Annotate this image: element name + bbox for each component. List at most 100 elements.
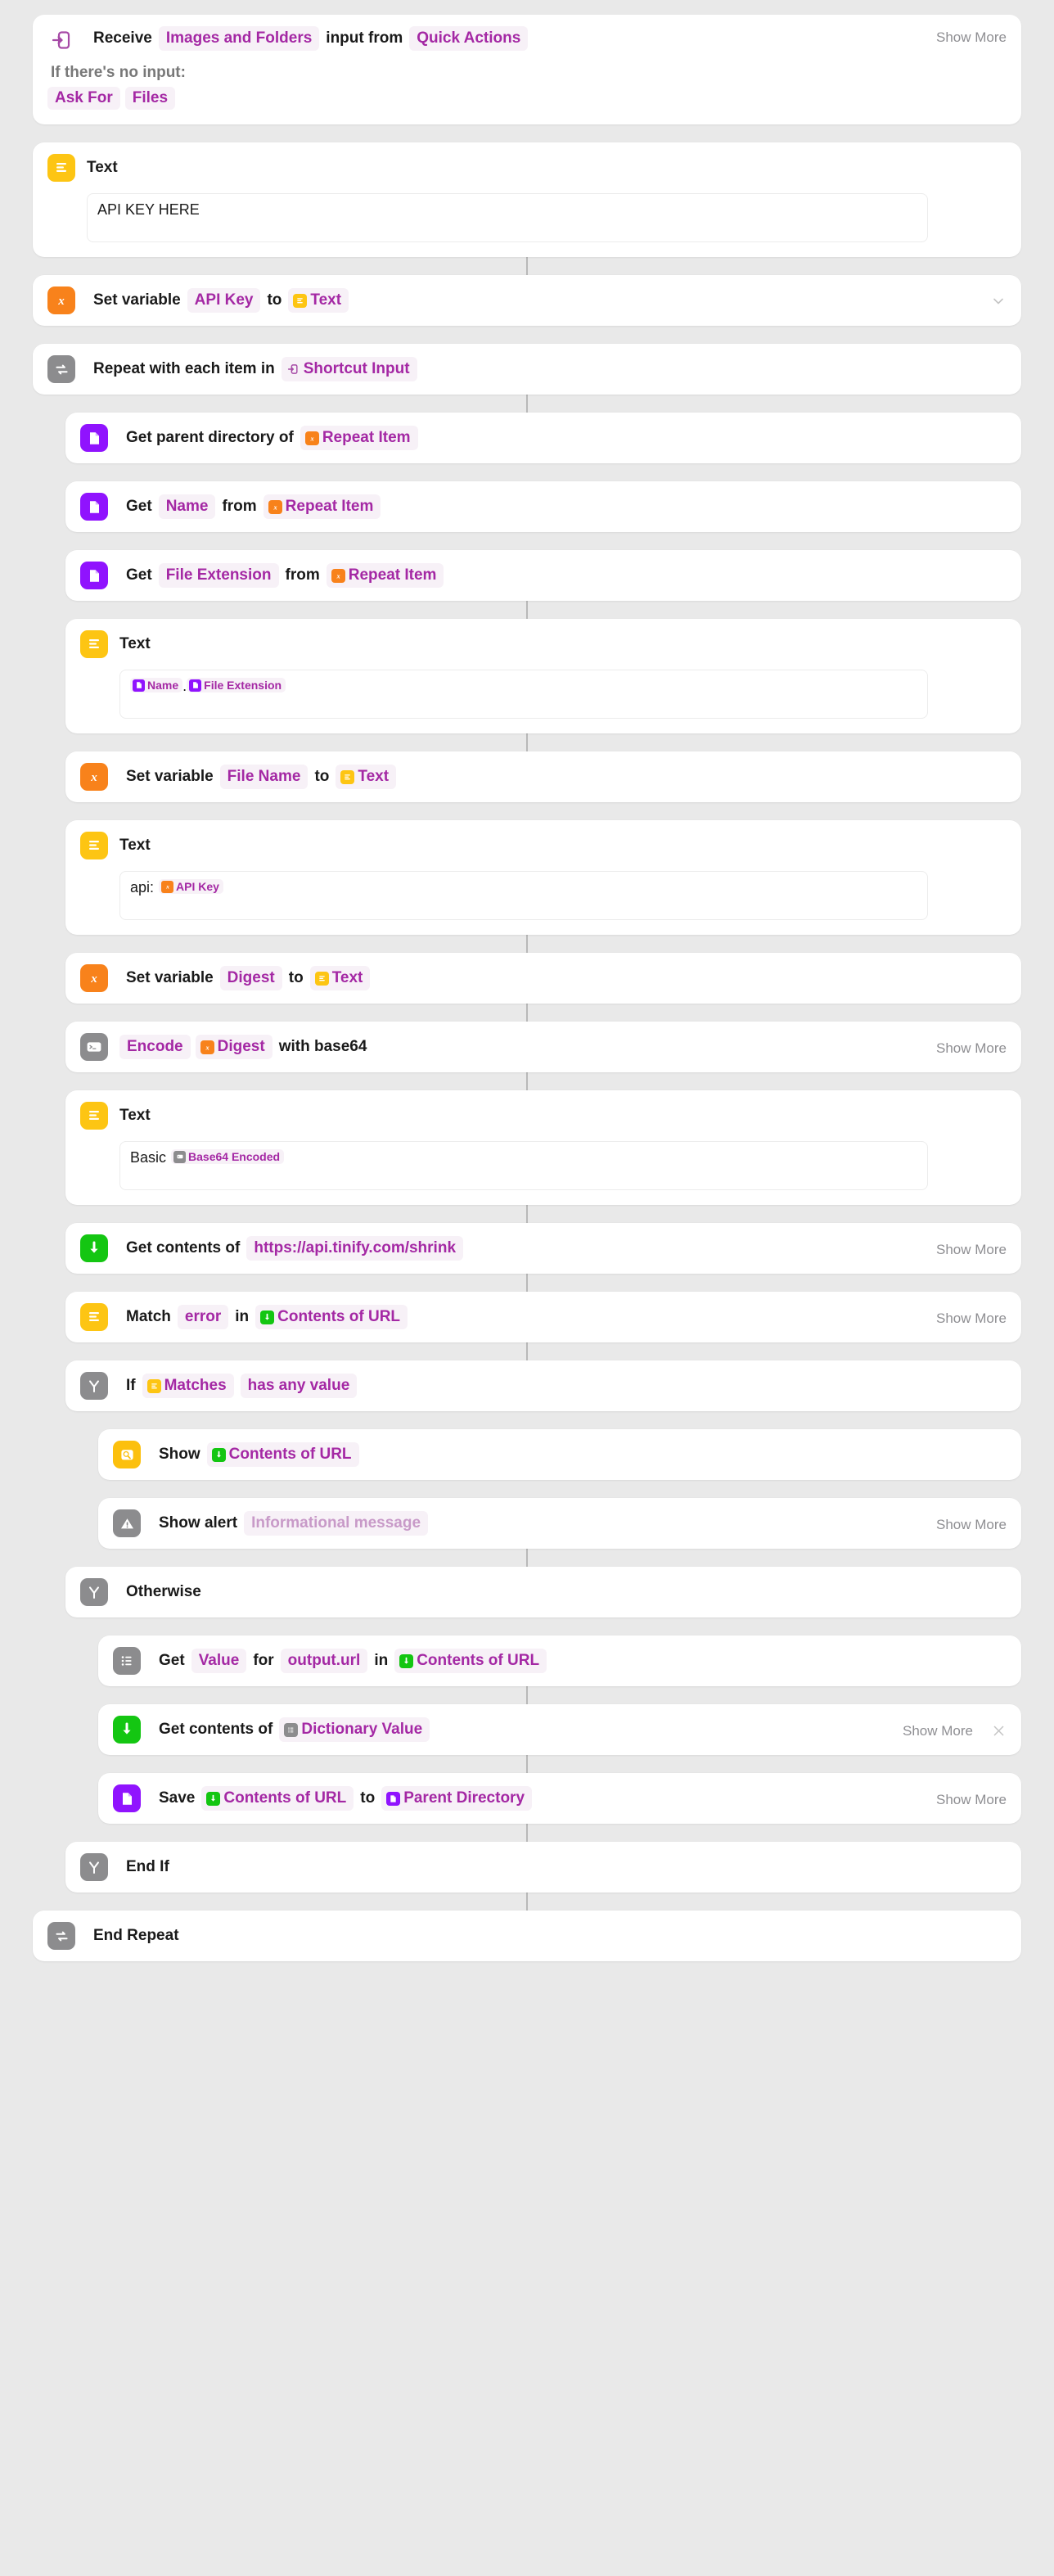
action-get-file-extension[interactable]: Get File Extension from x Repeat Item bbox=[65, 550, 1021, 601]
condition-selector[interactable]: has any value bbox=[240, 1374, 358, 1398]
action-text-basic-auth[interactable]: Text Basic Base64 Encoded bbox=[65, 1090, 1021, 1205]
get-verb: Get bbox=[126, 566, 152, 584]
show-more-button[interactable]: Show More bbox=[936, 1238, 1007, 1258]
action-get-parent-directory[interactable]: Get parent directory of x Repeat Item bbox=[65, 413, 1021, 463]
token-text[interactable]: Text bbox=[309, 966, 371, 990]
token-parent-directory[interactable]: Parent Directory bbox=[381, 1786, 533, 1811]
token-dictionary-value[interactable]: Dictionary Value bbox=[279, 1717, 430, 1742]
token-text[interactable]: Text bbox=[336, 765, 397, 789]
shortcut-trigger-card[interactable]: Receive Images and Folders input from Qu… bbox=[33, 15, 1021, 124]
show-more-button[interactable]: Show More bbox=[936, 1514, 1007, 1533]
value-type-selector[interactable]: Value bbox=[191, 1649, 247, 1673]
file-icon bbox=[386, 1791, 401, 1806]
close-icon[interactable] bbox=[991, 1721, 1007, 1739]
show-more-button[interactable]: Show More bbox=[936, 1789, 1007, 1808]
set-variable-verb: Set variable bbox=[126, 768, 214, 786]
variable-icon: x bbox=[200, 1040, 214, 1054]
flow-connector bbox=[526, 935, 528, 953]
flow-connector bbox=[526, 1205, 528, 1223]
action-end-repeat[interactable]: End Repeat bbox=[33, 1911, 1021, 1961]
token-text[interactable]: Text bbox=[288, 288, 349, 313]
trigger-verb: Receive bbox=[93, 29, 152, 47]
action-text-api-key[interactable]: Text API KEY HERE bbox=[33, 142, 1021, 257]
action-set-variable-api-key[interactable]: x Set variable API Key to Text bbox=[33, 275, 1021, 326]
download-icon bbox=[206, 1791, 221, 1806]
token-repeat-item[interactable]: x Repeat Item bbox=[300, 426, 418, 450]
no-input-label: If there's no input: bbox=[51, 64, 186, 81]
action-set-variable-file-name[interactable]: x Set variable File Name to Text bbox=[65, 751, 1021, 802]
token-digest[interactable]: x Digest bbox=[195, 1035, 273, 1059]
chevron-down-icon[interactable] bbox=[990, 291, 1007, 309]
repeat-icon bbox=[47, 355, 75, 383]
show-more-button[interactable]: Show More bbox=[936, 26, 1007, 46]
action-save-file[interactable]: Save Contents of URL to Parent Directory bbox=[98, 1773, 1021, 1824]
action-match-text[interactable]: Match error in Contents of URL Show More bbox=[65, 1292, 1021, 1342]
svg-text:x: x bbox=[90, 771, 97, 784]
token-api-key[interactable]: x API Key bbox=[159, 879, 223, 894]
dictionary-key-field[interactable]: output.url bbox=[280, 1649, 368, 1673]
variable-name-field[interactable]: Digest bbox=[219, 966, 282, 990]
action-text-file-name[interactable]: Text Name . File Extension bbox=[65, 619, 1021, 733]
action-get-contents-of-url[interactable]: Get contents of https://api.tinify.com/s… bbox=[65, 1223, 1021, 1274]
text-input-field[interactable]: api: x API Key bbox=[119, 871, 928, 920]
property-selector[interactable]: Name bbox=[158, 494, 216, 519]
otherwise-keyword: Otherwise bbox=[126, 1583, 201, 1601]
trigger-input-types[interactable]: Images and Folders bbox=[158, 26, 320, 51]
action-get-name[interactable]: Get Name from x Repeat Item bbox=[65, 481, 1021, 532]
variable-name-field[interactable]: API Key bbox=[187, 288, 261, 313]
show-more-button[interactable]: Show More bbox=[936, 1307, 1007, 1327]
url-field[interactable]: https://api.tinify.com/shrink bbox=[246, 1236, 464, 1261]
text-input-field[interactable]: Name . File Extension bbox=[119, 670, 928, 719]
action-end-if[interactable]: End If bbox=[65, 1842, 1021, 1893]
terminal-icon bbox=[80, 1033, 108, 1061]
flow-connector bbox=[526, 1686, 528, 1704]
download-icon bbox=[211, 1447, 226, 1462]
show-more-button[interactable]: Show More bbox=[903, 1720, 973, 1739]
from-word: from bbox=[285, 566, 320, 584]
action-repeat-with-each-item[interactable]: Repeat with each item in Shortcut Input bbox=[33, 344, 1021, 395]
action-show-result[interactable]: Show Contents of URL bbox=[98, 1429, 1021, 1480]
to-word: to bbox=[267, 291, 282, 309]
to-word: to bbox=[314, 768, 330, 786]
action-get-dictionary-value[interactable]: Get Value for output.url in Contents of … bbox=[98, 1635, 1021, 1686]
property-selector[interactable]: File Extension bbox=[158, 563, 279, 588]
match-pattern-field[interactable]: error bbox=[177, 1305, 229, 1329]
token-contents-of-url[interactable]: Contents of URL bbox=[394, 1649, 547, 1673]
ask-for-chip[interactable]: Ask For bbox=[47, 87, 120, 110]
token-shortcut-input[interactable]: Shortcut Input bbox=[281, 357, 417, 381]
token-matches[interactable]: Matches bbox=[142, 1374, 234, 1398]
action-title: Text bbox=[87, 159, 118, 176]
text-icon bbox=[80, 1102, 108, 1130]
token-name[interactable]: Name bbox=[130, 678, 183, 692]
svg-text:x: x bbox=[165, 883, 169, 891]
token-base64-encoded[interactable]: Base64 Encoded bbox=[171, 1149, 285, 1164]
token-file-extension[interactable]: File Extension bbox=[187, 678, 286, 692]
action-encode-base64[interactable]: Encode x Digest with base64 Show More bbox=[65, 1022, 1021, 1072]
token-contents-of-url[interactable]: Contents of URL bbox=[201, 1786, 354, 1811]
files-chip[interactable]: Files bbox=[124, 87, 176, 110]
action-get-contents-of-dictionary-value[interactable]: Get contents of Dictionary Value Show Mo… bbox=[98, 1704, 1021, 1755]
token-repeat-item[interactable]: x Repeat Item bbox=[263, 494, 381, 519]
action-if-condition[interactable]: If Matches has any value bbox=[65, 1360, 1021, 1411]
variable-name-field[interactable]: File Name bbox=[219, 765, 309, 789]
to-word: to bbox=[360, 1789, 376, 1807]
action-show-alert[interactable]: Show alert Informational message Show Mo… bbox=[98, 1498, 1021, 1549]
download-icon bbox=[80, 1234, 108, 1262]
encode-mode-selector[interactable]: Encode bbox=[119, 1035, 191, 1059]
action-set-variable-digest[interactable]: x Set variable Digest to Text bbox=[65, 953, 1021, 1004]
show-more-button[interactable]: Show More bbox=[936, 1037, 1007, 1057]
trigger-source[interactable]: Quick Actions bbox=[409, 26, 529, 51]
shortcut-action-flow: Receive Images and Folders input from Qu… bbox=[33, 15, 1021, 1961]
text-input-field[interactable]: Basic Base64 Encoded bbox=[119, 1141, 928, 1190]
token-contents-of-url[interactable]: Contents of URL bbox=[255, 1305, 408, 1329]
text-input-field[interactable]: API KEY HERE bbox=[87, 193, 928, 242]
action-otherwise[interactable]: Otherwise bbox=[65, 1567, 1021, 1617]
encode-format-label: with base64 bbox=[278, 1038, 367, 1056]
action-text-digest[interactable]: Text api: x API Key bbox=[65, 820, 1021, 935]
token-repeat-item[interactable]: x Repeat Item bbox=[326, 563, 444, 588]
alert-message-field[interactable]: Informational message bbox=[244, 1511, 429, 1536]
token-contents-of-url[interactable]: Contents of URL bbox=[206, 1442, 359, 1467]
list-icon bbox=[113, 1647, 141, 1675]
